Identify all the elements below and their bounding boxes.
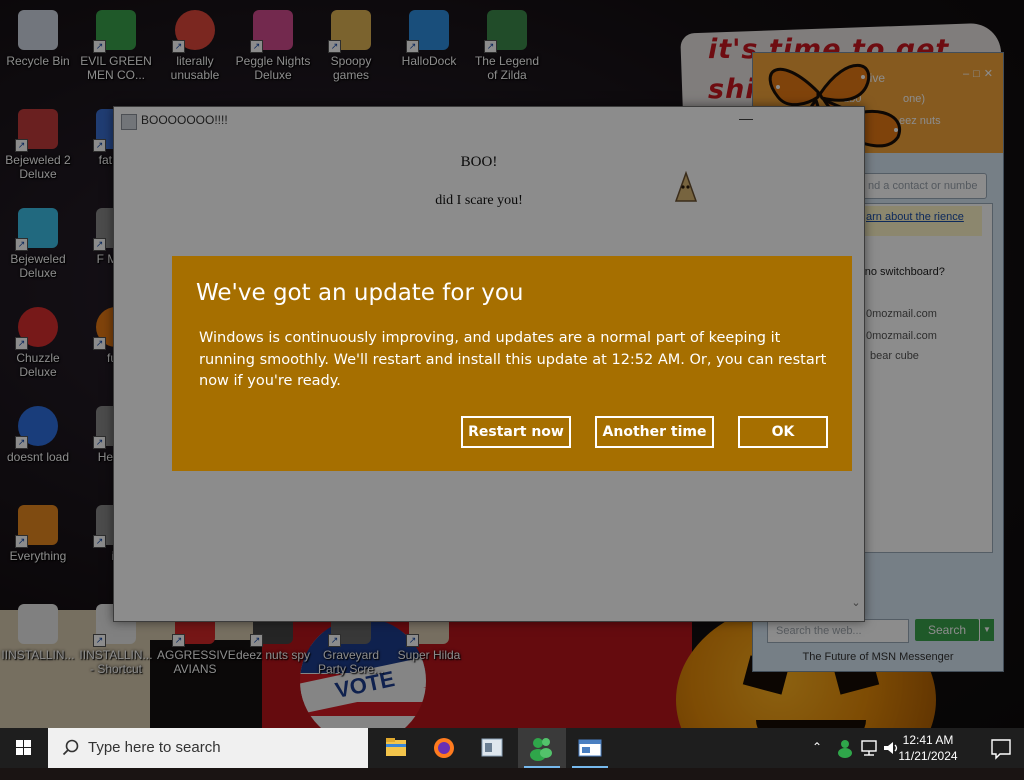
restart-now-button[interactable]: Restart now xyxy=(461,416,571,448)
clock-date: 11/21/2024 xyxy=(898,749,958,763)
notification-icon xyxy=(991,739,1011,760)
another-time-button[interactable]: Another time xyxy=(595,416,714,448)
taskbar-search[interactable]: Type here to search xyxy=(48,728,368,768)
firefox-icon xyxy=(434,738,454,758)
file-explorer-button[interactable] xyxy=(372,728,420,768)
msn-messenger-button[interactable] xyxy=(518,728,566,768)
dialog-app-button[interactable] xyxy=(566,728,614,768)
windows-logo-icon xyxy=(16,740,31,755)
windows-update-dialog: We've got an update for you Windows is c… xyxy=(172,256,852,471)
msn-tray-icon[interactable] xyxy=(836,738,854,758)
start-button[interactable] xyxy=(0,728,48,768)
file-explorer-icon xyxy=(386,738,406,756)
search-icon xyxy=(62,739,79,756)
msn-messenger-icon xyxy=(530,738,552,761)
taskbar: Type here to search ⌃ 12:41 AM 11/21/202… xyxy=(0,728,1024,768)
firefox-button[interactable] xyxy=(420,728,468,768)
chevron-up-icon[interactable]: ⌃ xyxy=(812,740,822,780)
app-window-button[interactable] xyxy=(468,728,516,768)
notifications-button[interactable] xyxy=(978,728,1024,768)
search-placeholder: Type here to search xyxy=(88,739,221,756)
update-title: We've got an update for you xyxy=(196,280,524,306)
ok-button[interactable]: OK xyxy=(738,416,828,448)
clock-time: 12:41 AM xyxy=(902,733,954,747)
update-message: Windows is continuously improving, and u… xyxy=(199,330,827,389)
clock[interactable]: 12:41 AM 11/21/2024 xyxy=(880,732,976,764)
dialog-app-icon xyxy=(578,739,602,757)
network-icon[interactable] xyxy=(860,740,878,756)
app-window-icon xyxy=(481,738,503,757)
